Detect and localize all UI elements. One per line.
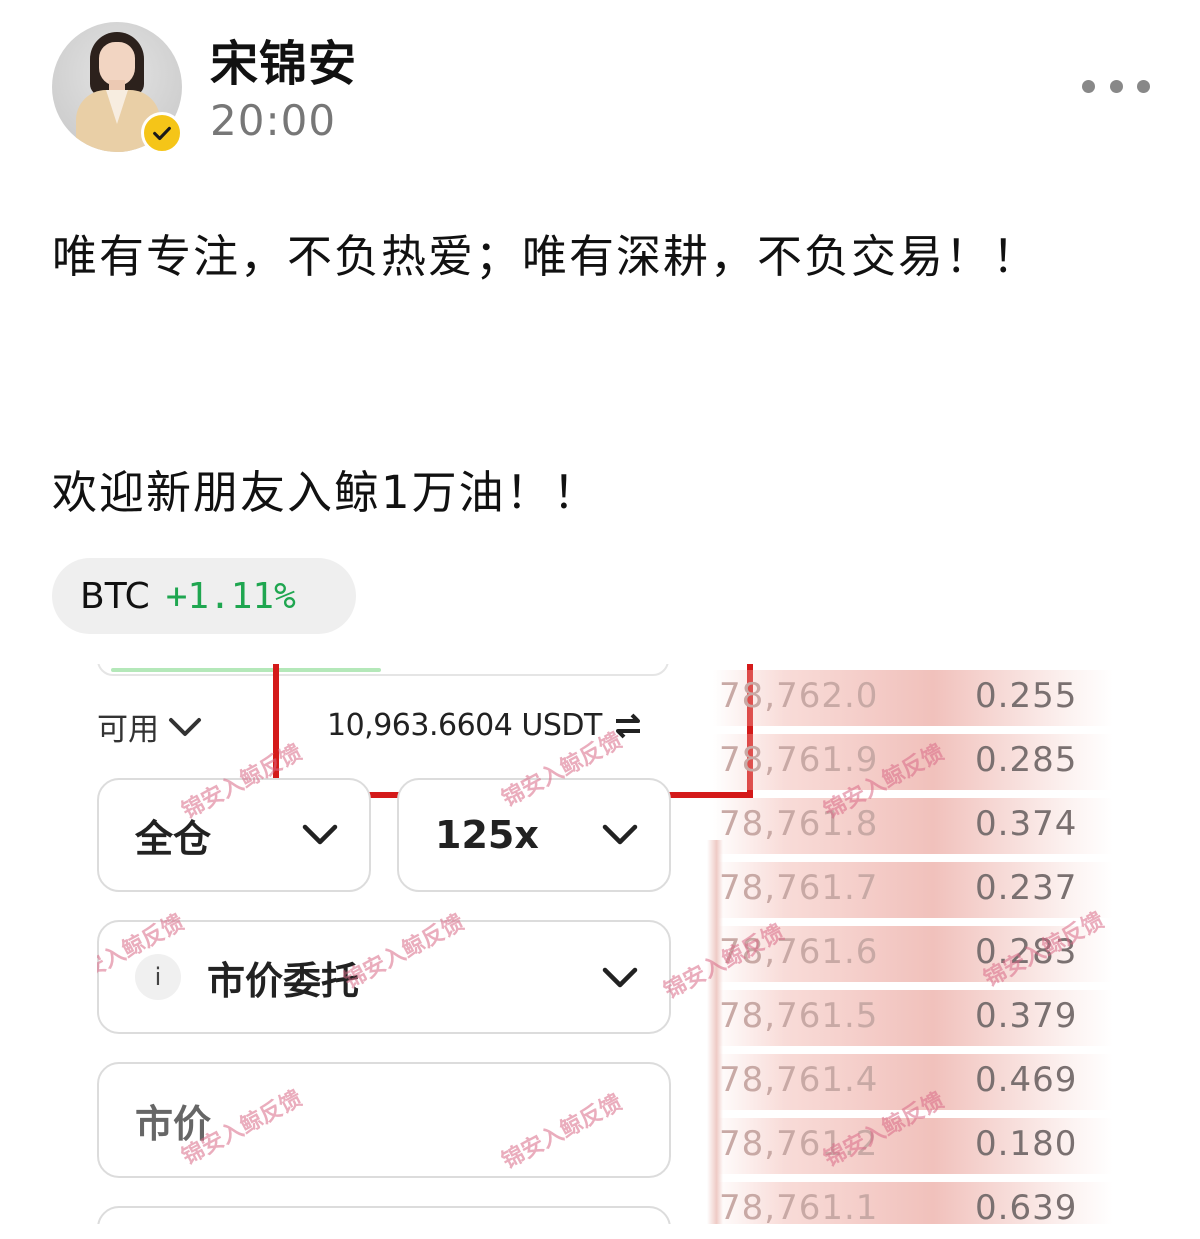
- chevron-down-icon: [602, 967, 638, 988]
- username[interactable]: 宋锦安: [210, 24, 357, 94]
- order-type-value: 市价委托: [207, 958, 360, 1003]
- ask-price: 78,761.7: [719, 868, 879, 908]
- available-selector: 可用: [97, 704, 203, 749]
- post-time: 20:00: [210, 96, 337, 145]
- ticker-chip[interactable]: BTC +1.11%: [52, 558, 356, 634]
- ask-qty: 0.469: [975, 1060, 1078, 1100]
- ticker-change: +1.11%: [165, 575, 296, 617]
- ask-qty: 0.285: [975, 740, 1078, 780]
- orderbook-row[interactable]: 78,761.7 0.237: [713, 862, 1113, 918]
- quantity-input[interactable]: [97, 1206, 671, 1224]
- ask-qty: 0.255: [975, 676, 1078, 716]
- ask-qty: 0.180: [975, 1124, 1078, 1164]
- ask-qty: 0.374: [975, 804, 1078, 844]
- ask-qty: 0.639: [975, 1188, 1078, 1224]
- ask-qty: 0.379: [975, 996, 1078, 1036]
- orderbook-row[interactable]: 78,761.1 0.639: [713, 1182, 1113, 1224]
- post-text-line: 唯有专注，不负热爱；唯有深耕，不负交易！！: [52, 230, 1040, 283]
- post-text-line: 欢迎新朋友入鲸1万油！！: [52, 466, 600, 519]
- orderbook-row[interactable]: 78,761.8 0.374: [713, 798, 1113, 854]
- more-icon[interactable]: [1082, 70, 1150, 102]
- trade-screenshot[interactable]: 可用 10,963.6604 USDT 全仓 125x i 市价委托 市价 78…: [97, 664, 1117, 1224]
- ask-price: 78,762.0: [719, 676, 879, 716]
- ask-price: 78,761.5: [719, 996, 879, 1036]
- available-label: 可用: [97, 712, 159, 748]
- verified-icon: [141, 112, 183, 154]
- ask-price: 78,761.1: [719, 1188, 879, 1224]
- chevron-down-icon: [169, 717, 201, 736]
- ask-price: 78,761.4: [719, 1060, 879, 1100]
- orderbook-row[interactable]: 78,761.5 0.379: [713, 990, 1113, 1046]
- ask-price: 78,761.9: [719, 740, 879, 780]
- info-icon[interactable]: i: [135, 954, 181, 1000]
- orderbook-row[interactable]: 78,762.0 0.255: [713, 670, 1113, 726]
- chevron-down-icon: [602, 824, 638, 845]
- ask-qty: 0.237: [975, 868, 1078, 908]
- leverage-value: 125x: [435, 813, 539, 857]
- ticker-symbol: BTC: [80, 575, 150, 617]
- chevron-down-icon: [302, 824, 338, 845]
